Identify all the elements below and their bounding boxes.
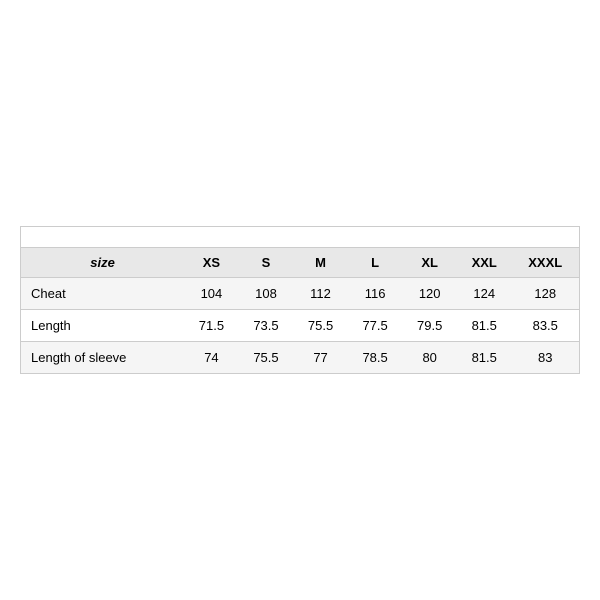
row-cheat-xxl: 124 <box>457 278 512 310</box>
row-length: Length 71.5 73.5 75.5 77.5 79.5 81.5 83.… <box>21 310 580 342</box>
size-chart-container: size XS S M L XL XXL XXXL Cheat 104 108 … <box>20 226 580 374</box>
row-length-l: 77.5 <box>348 310 403 342</box>
row-length-xxl: 81.5 <box>457 310 512 342</box>
row-cheat-label: Cheat <box>21 278 185 310</box>
row-length-s: 73.5 <box>239 310 294 342</box>
header-l: L <box>348 248 403 278</box>
row-sleeve-m: 77 <box>293 342 348 374</box>
row-cheat-l: 116 <box>348 278 403 310</box>
row-length-label: Length <box>21 310 185 342</box>
row-cheat: Cheat 104 108 112 116 120 124 128 <box>21 278 580 310</box>
row-sleeve: Length of sleeve 74 75.5 77 78.5 80 81.5… <box>21 342 580 374</box>
row-sleeve-xxl: 81.5 <box>457 342 512 374</box>
header-s: S <box>239 248 294 278</box>
row-length-xl: 79.5 <box>402 310 457 342</box>
header-xxl: XXL <box>457 248 512 278</box>
row-sleeve-s: 75.5 <box>239 342 294 374</box>
row-sleeve-label: Length of sleeve <box>21 342 185 374</box>
row-sleeve-xs: 74 <box>184 342 239 374</box>
title-row <box>21 227 580 248</box>
header-xl: XL <box>402 248 457 278</box>
table-title <box>21 227 580 248</box>
row-length-xs: 71.5 <box>184 310 239 342</box>
row-cheat-m: 112 <box>293 278 348 310</box>
row-length-m: 75.5 <box>293 310 348 342</box>
row-sleeve-xxxl: 83 <box>512 342 580 374</box>
row-sleeve-l: 78.5 <box>348 342 403 374</box>
header-size: size <box>21 248 185 278</box>
row-length-xxxl: 83.5 <box>512 310 580 342</box>
row-cheat-xl: 120 <box>402 278 457 310</box>
row-cheat-xxxl: 128 <box>512 278 580 310</box>
row-sleeve-xl: 80 <box>402 342 457 374</box>
header-xs: XS <box>184 248 239 278</box>
row-cheat-s: 108 <box>239 278 294 310</box>
header-row: size XS S M L XL XXL XXXL <box>21 248 580 278</box>
size-chart-table: size XS S M L XL XXL XXXL Cheat 104 108 … <box>20 226 580 374</box>
header-m: M <box>293 248 348 278</box>
row-cheat-xs: 104 <box>184 278 239 310</box>
header-xxxl: XXXL <box>512 248 580 278</box>
